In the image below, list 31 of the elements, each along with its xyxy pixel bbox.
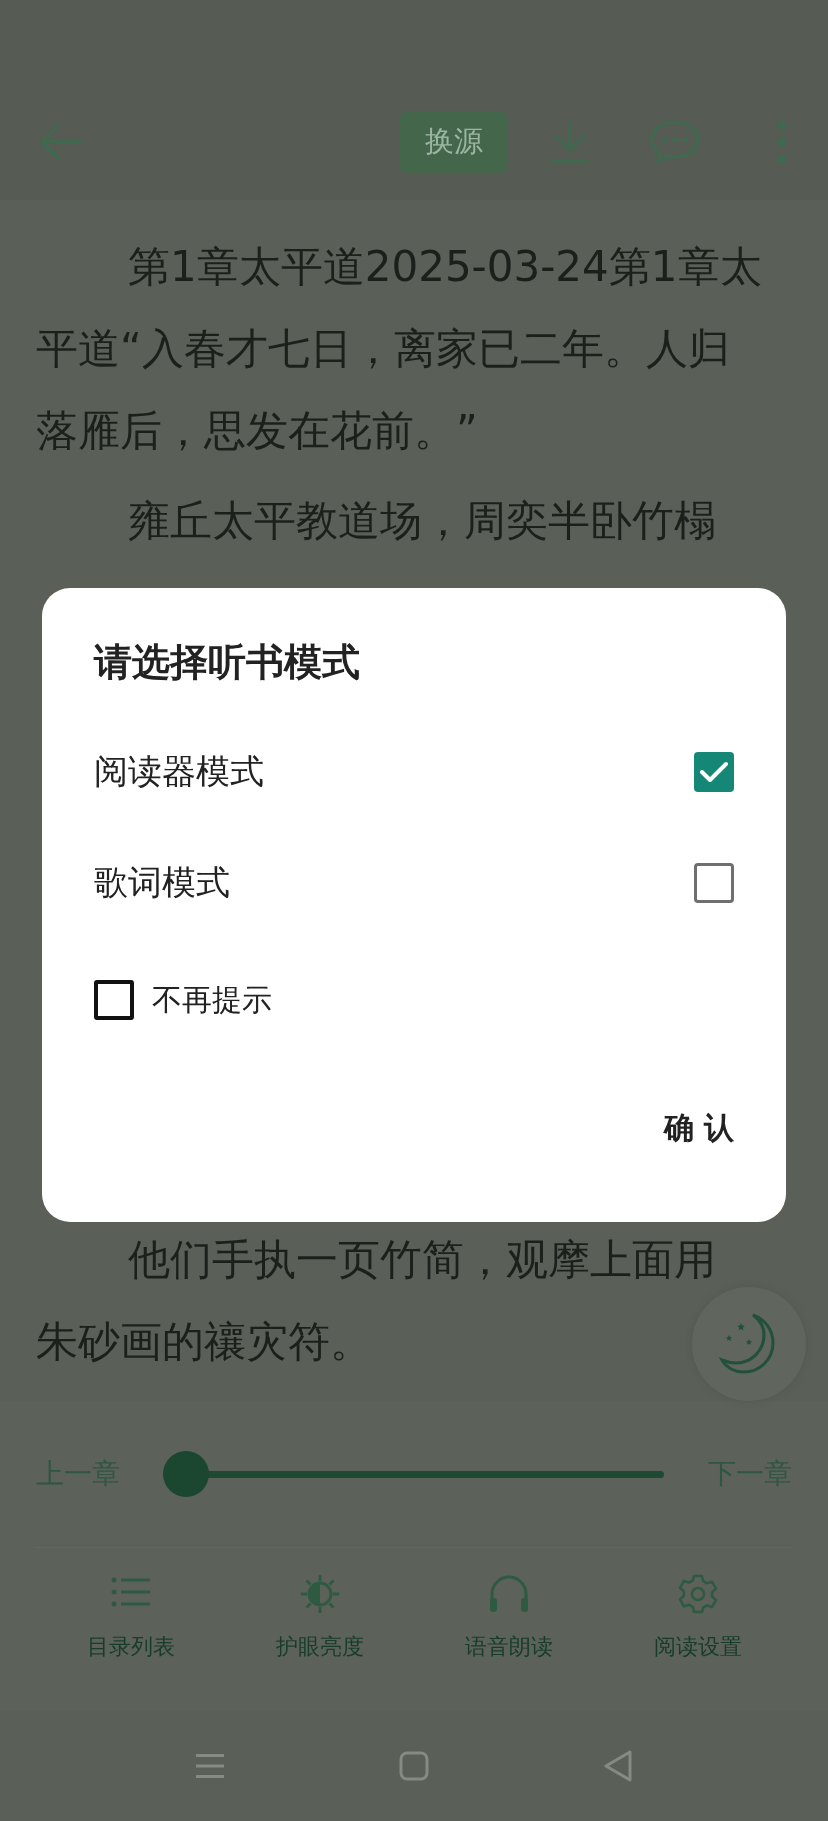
mode-option[interactable]: 阅读器模式 [94, 744, 734, 800]
checkmark-icon [699, 760, 729, 784]
progress-slider[interactable] [163, 1451, 664, 1497]
text-line: 第1章太平道2025-03-24第1章太 [127, 241, 762, 293]
headphones-icon [487, 1574, 530, 1614]
text-line: 平道“入春才七日，离家已二年。人归 [36, 323, 730, 375]
confirm-button[interactable]: 确 认 [663, 1108, 734, 1149]
gear-icon [676, 1574, 719, 1614]
text-line: 他们手执一页竹简，观摩上面用 [127, 1234, 716, 1286]
checkbox[interactable] [94, 980, 134, 1020]
bottom-tab[interactable]: 护眼亮度 [275, 1574, 364, 1662]
menu-icon[interactable] [195, 1753, 225, 1779]
checkbox[interactable] [694, 863, 734, 903]
option-label: 阅读器模式 [94, 750, 264, 793]
bottom-tab[interactable]: 阅读设置 [653, 1574, 742, 1662]
text-line: 朱砂画的禳灾符。 [36, 1316, 372, 1368]
back-icon[interactable] [603, 1750, 633, 1782]
home-icon[interactable] [399, 1751, 429, 1781]
dialog-title: 请选择听书模式 [94, 639, 361, 686]
slider-thumb[interactable] [163, 1451, 209, 1497]
source-button[interactable]: 换源 [399, 111, 508, 173]
chat-icon[interactable] [649, 119, 701, 165]
checkbox[interactable] [694, 752, 734, 792]
checkbox-label: 不再提示 [152, 980, 272, 1019]
bottom-tab[interactable]: 语音朗读 [464, 1574, 553, 1662]
text-line: 落雁后，思发在花前。” [36, 405, 478, 457]
bottom-tab[interactable]: 目录列表 [86, 1574, 175, 1662]
brightness-icon [298, 1574, 341, 1614]
mode-option[interactable]: 歌词模式 [94, 855, 734, 911]
option-label: 歌词模式 [94, 861, 230, 904]
text-line: 雍丘太平教道场，周奕半卧竹榻 [127, 495, 716, 547]
